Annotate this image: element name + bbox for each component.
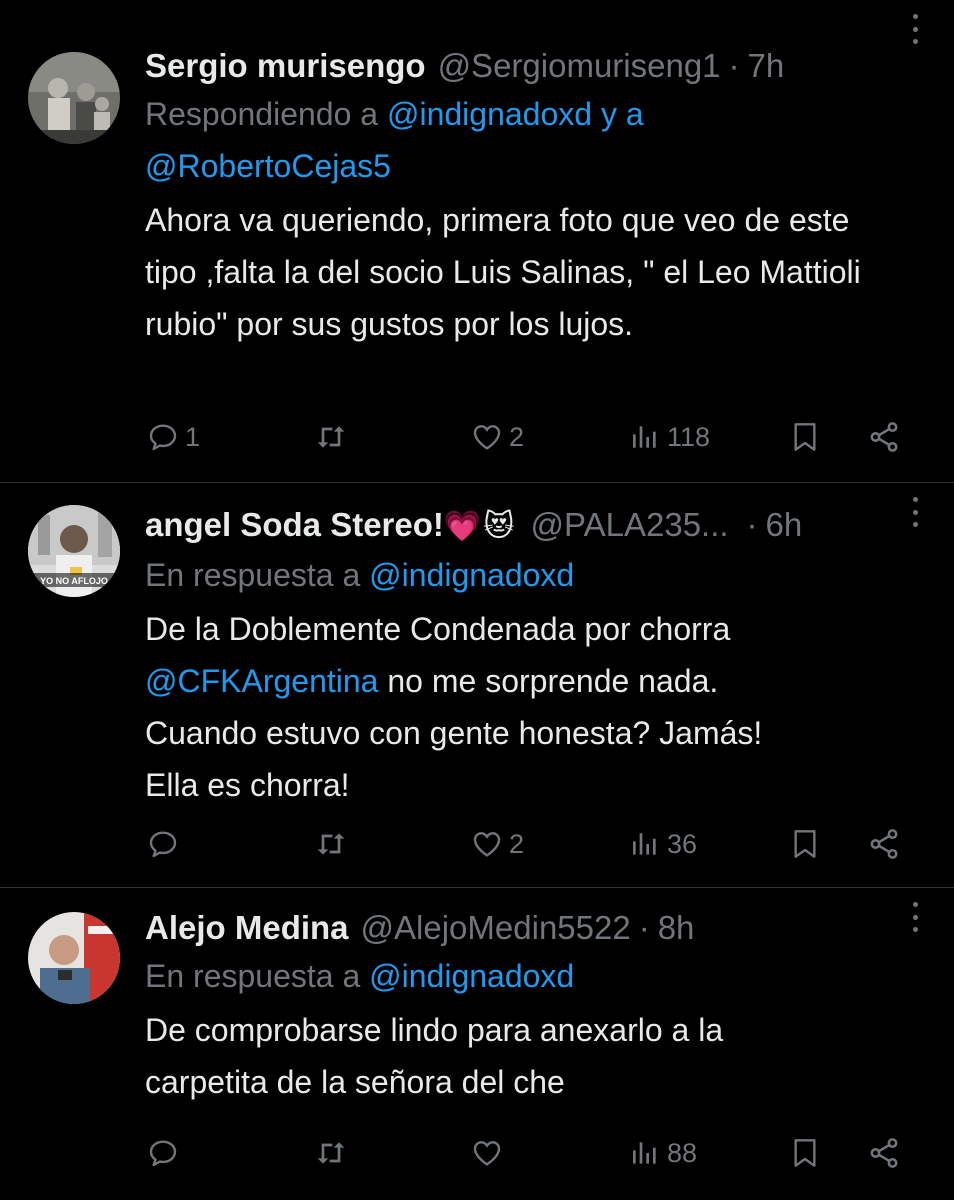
- user-handle[interactable]: @AlejoMedin5522: [361, 906, 631, 950]
- reply-button[interactable]: [147, 819, 179, 869]
- share-icon: [870, 422, 898, 452]
- bookmark-button[interactable]: [789, 1128, 821, 1178]
- separator: ·: [638, 909, 650, 946]
- views-icon: [633, 833, 656, 855]
- tweet-text-line: De la Doblemente Condenada por chorra: [145, 611, 731, 647]
- reply-button[interactable]: 1: [147, 412, 200, 462]
- tweet-text-line: Cuando estuvo con gente honesta? Jamás!: [145, 715, 763, 751]
- action-bar: 2 36: [145, 819, 914, 869]
- reply-mention[interactable]: @indignadoxd y a: [387, 96, 644, 132]
- timestamp[interactable]: 7h: [748, 44, 785, 88]
- bookmark-icon: [794, 423, 816, 451]
- reply-prefix: Respondiendo a: [145, 96, 379, 132]
- share-icon: [870, 829, 898, 859]
- avatar-photo: [28, 912, 120, 1004]
- separator: ·: [728, 47, 740, 84]
- like-count: 2: [509, 421, 525, 452]
- user-handle[interactable]: @PALA235...: [531, 503, 729, 547]
- like-button[interactable]: 2: [471, 412, 524, 462]
- share-icon: [870, 1138, 898, 1168]
- tweet-header: angel Soda Stereo!💗😻 @PALA235... · 6h: [145, 503, 914, 549]
- tweet-text-line: Ella es chorra!: [145, 767, 350, 803]
- like-icon: [473, 425, 501, 450]
- share-button[interactable]: [867, 412, 901, 462]
- reply-context: En respuesta a @indignadoxd: [145, 549, 914, 601]
- bookmark-icon: [794, 830, 816, 858]
- heart-eyes-cat-emoji: 😻: [483, 510, 515, 543]
- action-bar: 88: [145, 1128, 914, 1178]
- view-count: 36: [667, 828, 698, 859]
- tweet-text: Ahora va queriendo, primera foto que veo…: [145, 202, 861, 342]
- retweet-button[interactable]: [313, 819, 349, 869]
- like-button[interactable]: 2: [471, 819, 524, 869]
- views-button[interactable]: 36: [629, 819, 697, 869]
- display-name-text: angel Soda Stereo!: [145, 506, 444, 543]
- more-icon[interactable]: [910, 14, 920, 44]
- bookmark-button[interactable]: [789, 412, 821, 462]
- bookmark-icon: [794, 1139, 816, 1167]
- avatar[interactable]: [28, 52, 120, 144]
- timestamp[interactable]: 8h: [658, 906, 695, 950]
- reply-context: En respuesta a @indignadoxd: [145, 950, 914, 1002]
- separator: ·: [746, 506, 758, 543]
- avatar[interactable]: YO NO AFLOJO: [28, 505, 120, 597]
- action-bar: 1 2 118: [145, 412, 914, 462]
- bookmark-button[interactable]: [789, 819, 821, 869]
- tweet-text-line: no me sorprende nada.: [378, 663, 719, 699]
- reply-mention[interactable]: @RobertoCejas5: [145, 148, 391, 184]
- reply-context: Respondiendo a @indignadoxd y a @Roberto…: [145, 88, 914, 192]
- share-button[interactable]: [867, 1128, 901, 1178]
- like-icon: [473, 832, 501, 857]
- tweet[interactable]: Sergio murisengo @Sergiomuriseng1 · 7h R…: [0, 0, 954, 480]
- tweet-text: De comprobarse lindo para anexarlo a la …: [145, 1012, 724, 1100]
- like-count: 2: [509, 828, 525, 859]
- avatar[interactable]: [28, 912, 120, 1004]
- view-count: 118: [667, 421, 711, 452]
- display-name[interactable]: Sergio murisengo: [145, 44, 426, 88]
- reply-mention[interactable]: @indignadoxd: [369, 557, 574, 593]
- views-icon: [633, 426, 656, 448]
- reply-prefix: En respuesta a: [145, 958, 361, 994]
- retweet-icon: [317, 833, 345, 855]
- reply-mention[interactable]: @indignadoxd: [369, 958, 574, 994]
- reply-icon: [149, 831, 177, 858]
- avatar-caption: YO NO AFLOJO: [40, 576, 108, 586]
- reply-prefix: En respuesta a: [145, 557, 361, 593]
- view-count: 88: [667, 1137, 698, 1168]
- replies-feed: Sergio murisengo @Sergiomuriseng1 · 7h R…: [0, 0, 954, 1200]
- views-icon: [633, 1142, 656, 1164]
- display-name[interactable]: angel Soda Stereo!💗😻: [145, 503, 517, 549]
- reply-icon: [149, 424, 177, 451]
- tweet[interactable]: YO NO AFLOJO angel Soda Stereo!💗😻 @PALA2…: [0, 483, 954, 887]
- like-button[interactable]: [471, 1128, 503, 1178]
- tweet-text: De la Doblemente Condenada por chorra @C…: [145, 603, 914, 811]
- tweet-header: Alejo Medina @AlejoMedin5522 · 8h: [145, 906, 914, 950]
- like-icon: [473, 1141, 501, 1166]
- retweet-button[interactable]: [313, 1128, 349, 1178]
- avatar-photo: [28, 52, 120, 144]
- reply-count: 1: [185, 421, 201, 452]
- reply-button[interactable]: [147, 1128, 179, 1178]
- share-button[interactable]: [867, 819, 901, 869]
- retweet-icon: [317, 1142, 345, 1164]
- views-button[interactable]: 88: [629, 1128, 697, 1178]
- timestamp[interactable]: 6h: [766, 503, 803, 547]
- views-button[interactable]: 118: [629, 412, 710, 462]
- display-name[interactable]: Alejo Medina: [145, 906, 349, 950]
- text-mention[interactable]: @CFKArgentina: [145, 663, 378, 699]
- tweet[interactable]: Alejo Medina @AlejoMedin5522 · 8h En res…: [0, 888, 954, 1200]
- tweet-header: Sergio murisengo @Sergiomuriseng1 · 7h: [145, 44, 914, 88]
- avatar-photo: YO NO AFLOJO: [28, 505, 120, 597]
- user-handle[interactable]: @Sergiomuriseng1: [438, 44, 721, 88]
- retweet-button[interactable]: [313, 412, 349, 462]
- reply-icon: [149, 1140, 177, 1167]
- retweet-icon: [317, 426, 345, 448]
- sparkling-heart-emoji: 💗: [443, 510, 482, 543]
